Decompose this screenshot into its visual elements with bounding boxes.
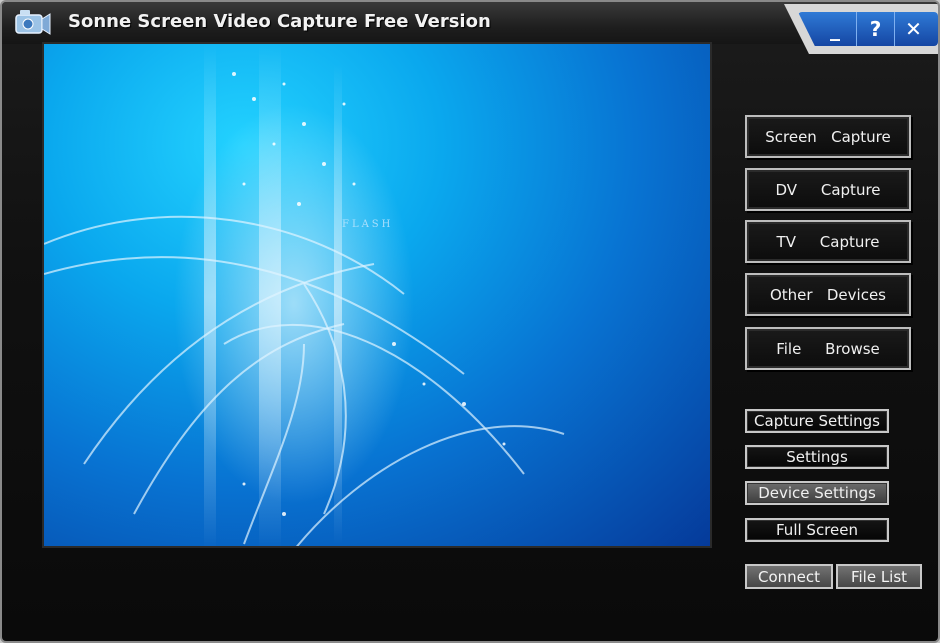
dv-capture-button[interactable]: DV Capture bbox=[745, 168, 911, 211]
help-button[interactable]: ? bbox=[856, 12, 894, 46]
screen-capture-button[interactable]: Screen Capture bbox=[745, 115, 911, 158]
app-window: Sonne Screen Video Capture Free Version … bbox=[0, 0, 940, 643]
close-button[interactable]: ✕ bbox=[894, 12, 932, 46]
file-list-button[interactable]: File List bbox=[836, 564, 922, 589]
file-browse-button[interactable]: File Browse bbox=[745, 327, 911, 370]
window-controls: _ ? ✕ bbox=[784, 4, 938, 54]
preview-artwork-image bbox=[44, 44, 565, 546]
camera-icon bbox=[14, 7, 52, 37]
minimize-button[interactable]: _ bbox=[816, 12, 854, 46]
window-title: Sonne Screen Video Capture Free Version bbox=[68, 11, 491, 32]
device-settings-button[interactable]: Device Settings bbox=[745, 481, 889, 505]
preview-overlay-label: FLASH bbox=[342, 219, 394, 230]
tv-capture-button[interactable]: TV Capture bbox=[745, 220, 911, 263]
full-screen-button[interactable]: Full Screen bbox=[745, 518, 889, 542]
settings-button[interactable]: Settings bbox=[745, 445, 889, 469]
capture-settings-button[interactable]: Capture Settings bbox=[745, 409, 889, 433]
other-devices-button[interactable]: Other Devices bbox=[745, 273, 911, 316]
connect-button[interactable]: Connect bbox=[745, 564, 833, 589]
video-preview[interactable]: FLASH bbox=[42, 42, 712, 548]
